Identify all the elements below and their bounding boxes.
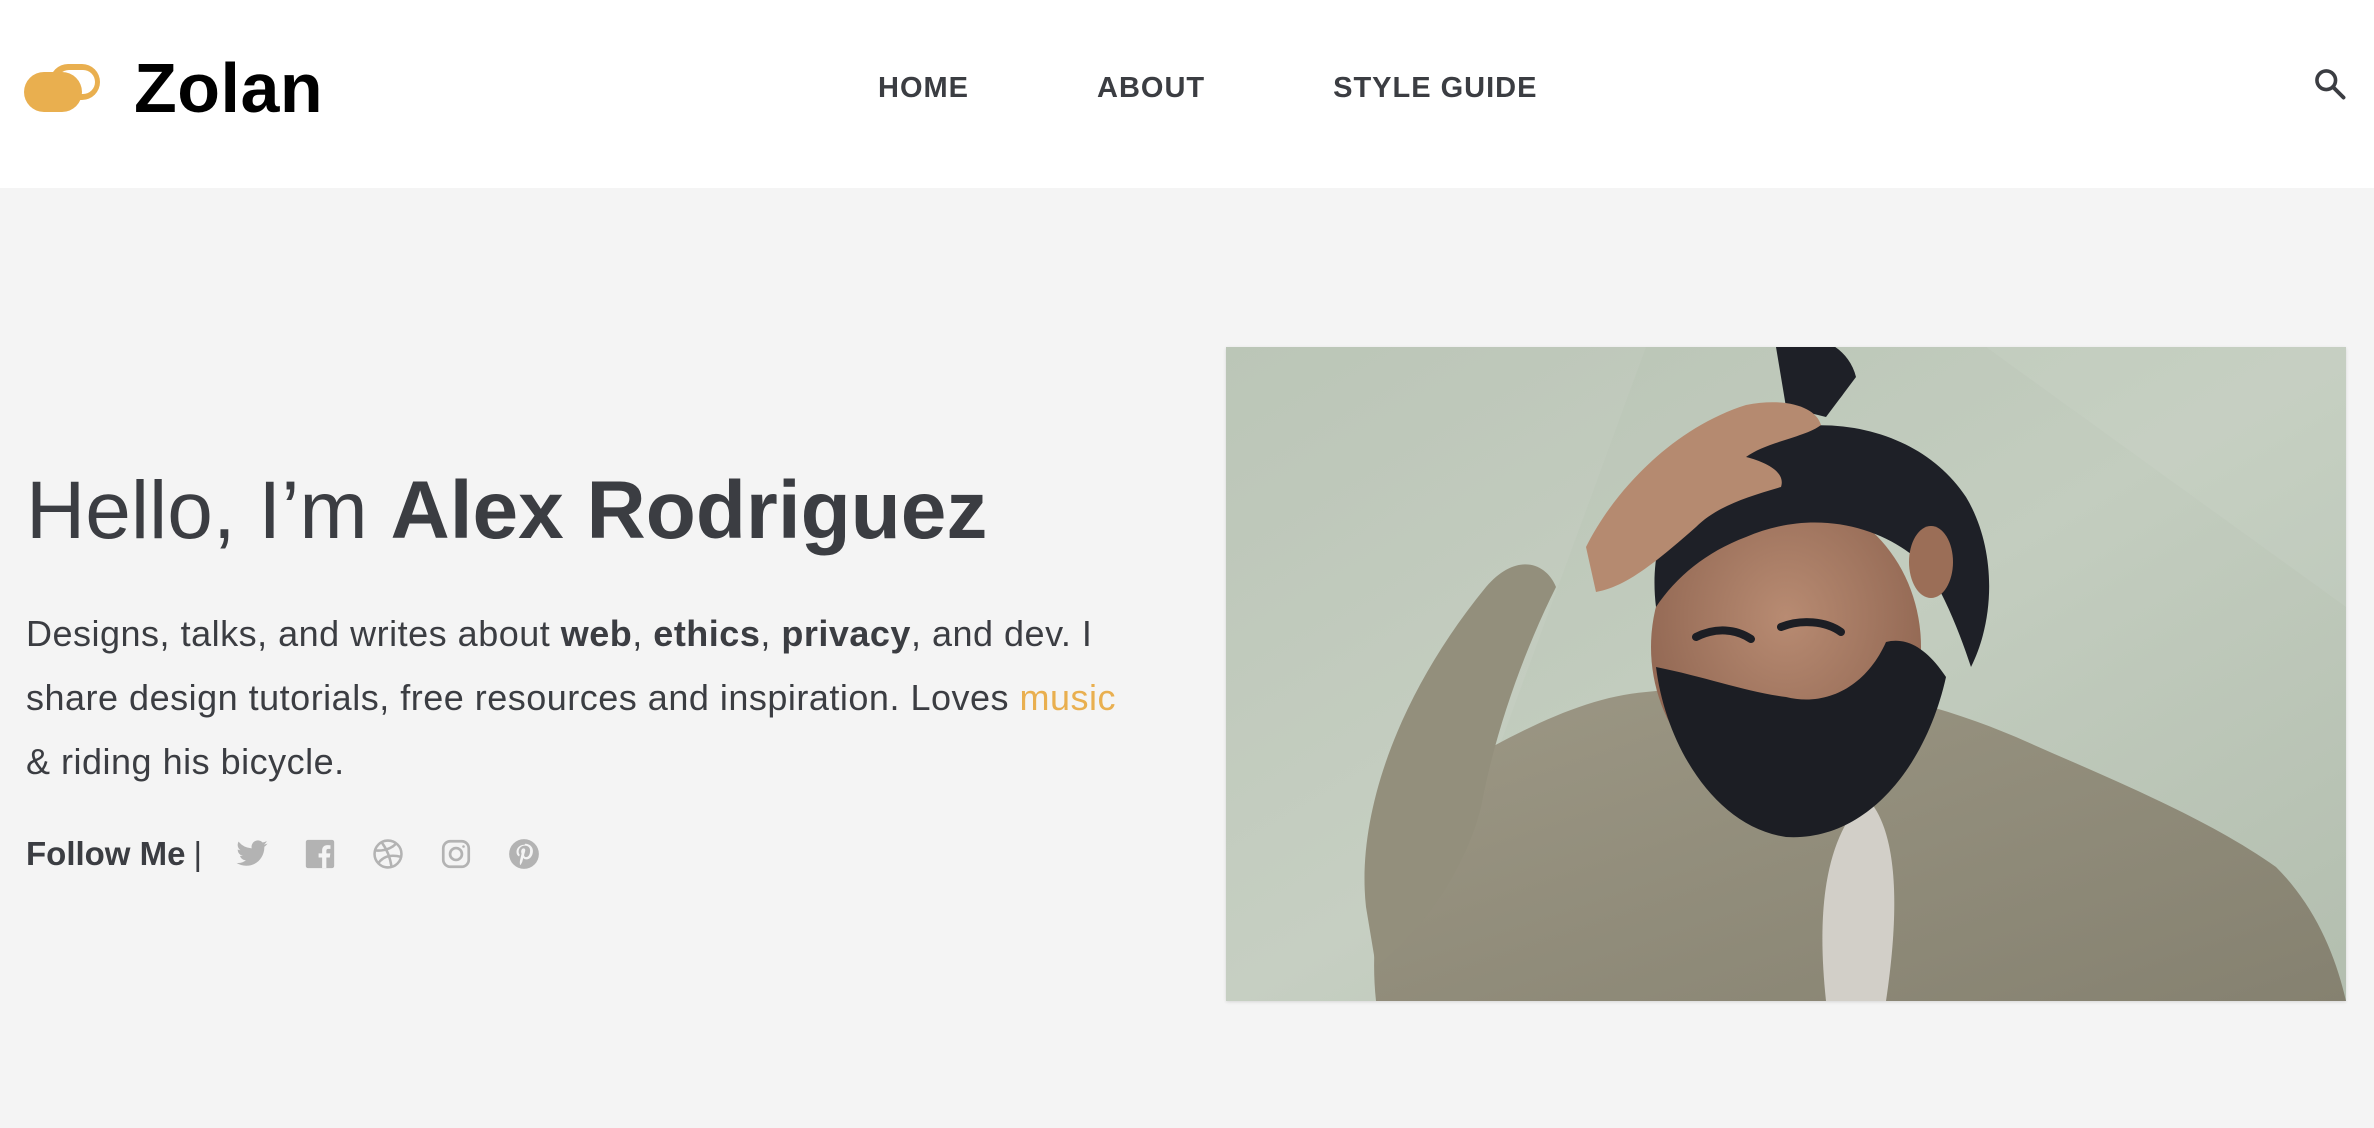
pinterest-icon: [509, 839, 539, 869]
nav-style-guide[interactable]: STYLE GUIDE: [1333, 72, 1537, 105]
twitter-icon: [236, 840, 268, 866]
bio-keyword-web: web: [560, 613, 633, 654]
hero-intro: Hello, I’m Alex Rodriguez Designs, talks…: [26, 462, 1136, 874]
bio-separator: ,: [760, 613, 782, 654]
bio-keyword-ethics: ethics: [653, 613, 761, 654]
follow-separator: |: [193, 835, 203, 872]
search-button[interactable]: [2310, 64, 2350, 104]
twitter-link[interactable]: [234, 836, 270, 872]
site-header: Zolan HOME ABOUT STYLE GUIDE: [0, 0, 2374, 188]
portrait-image: [1226, 347, 2346, 1001]
nav-about[interactable]: ABOUT: [1097, 72, 1205, 105]
music-link[interactable]: music: [1020, 677, 1117, 718]
follow-label: Follow Me: [26, 835, 186, 872]
follow-me-row: Follow Me |: [26, 834, 1136, 874]
nav-home[interactable]: HOME: [878, 72, 969, 105]
hero-heading: Hello, I’m Alex Rodriguez: [26, 462, 1136, 560]
dribbble-icon: [373, 839, 403, 869]
author-name: Alex Rodriguez: [390, 465, 988, 556]
dribbble-link[interactable]: [370, 836, 406, 872]
site-name: Zolan: [134, 49, 324, 127]
pinterest-link[interactable]: [506, 836, 542, 872]
instagram-link[interactable]: [438, 836, 474, 872]
site-logo[interactable]: Zolan: [24, 49, 323, 127]
author-photo: [1226, 347, 2346, 1001]
search-icon: [2315, 69, 2346, 100]
bio-text: & riding his bicycle.: [26, 741, 345, 782]
facebook-link[interactable]: [302, 836, 338, 872]
logo-icon: [24, 64, 100, 112]
greeting-prefix: Hello, I’m: [26, 465, 391, 556]
instagram-icon: [441, 839, 471, 869]
facebook-icon: [305, 839, 335, 869]
hero-bio: Designs, talks, and writes about web, et…: [26, 602, 1136, 794]
bio-text: Designs, talks, and writes about: [26, 613, 561, 654]
bio-separator: ,: [632, 613, 654, 654]
main-nav: HOME ABOUT STYLE GUIDE: [878, 66, 1537, 110]
bio-keyword-privacy: privacy: [781, 613, 911, 654]
